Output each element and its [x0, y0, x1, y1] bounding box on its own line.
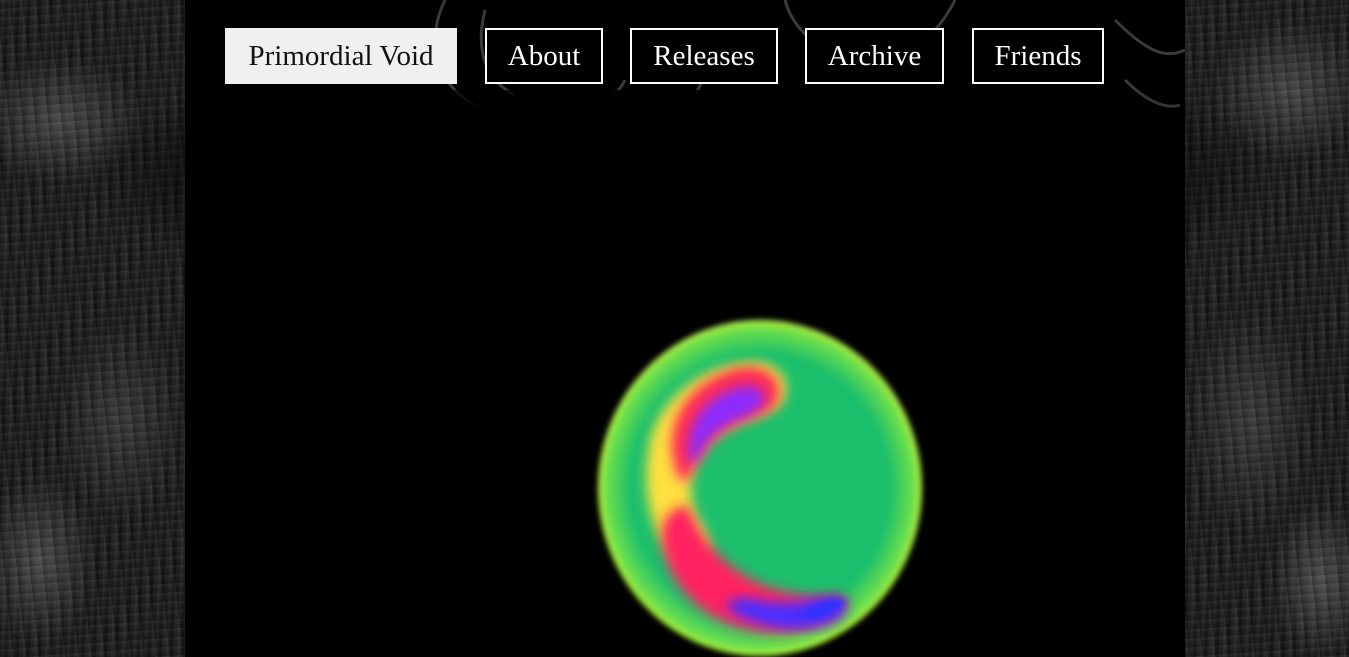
brand-link[interactable]: Primordial Void [225, 28, 457, 84]
nav-friends-link[interactable]: Friends [972, 28, 1104, 84]
thermal-orb-image [590, 310, 935, 657]
main-nav: Primordial Void About Releases Archive F… [225, 28, 1104, 84]
nav-archive-link[interactable]: Archive [805, 28, 944, 84]
page-background: Primordial Void About Releases Archive F… [0, 0, 1349, 657]
nav-releases-link[interactable]: Releases [630, 28, 778, 84]
shadow-overlay [90, 90, 1270, 300]
nav-about-link[interactable]: About [485, 28, 603, 84]
